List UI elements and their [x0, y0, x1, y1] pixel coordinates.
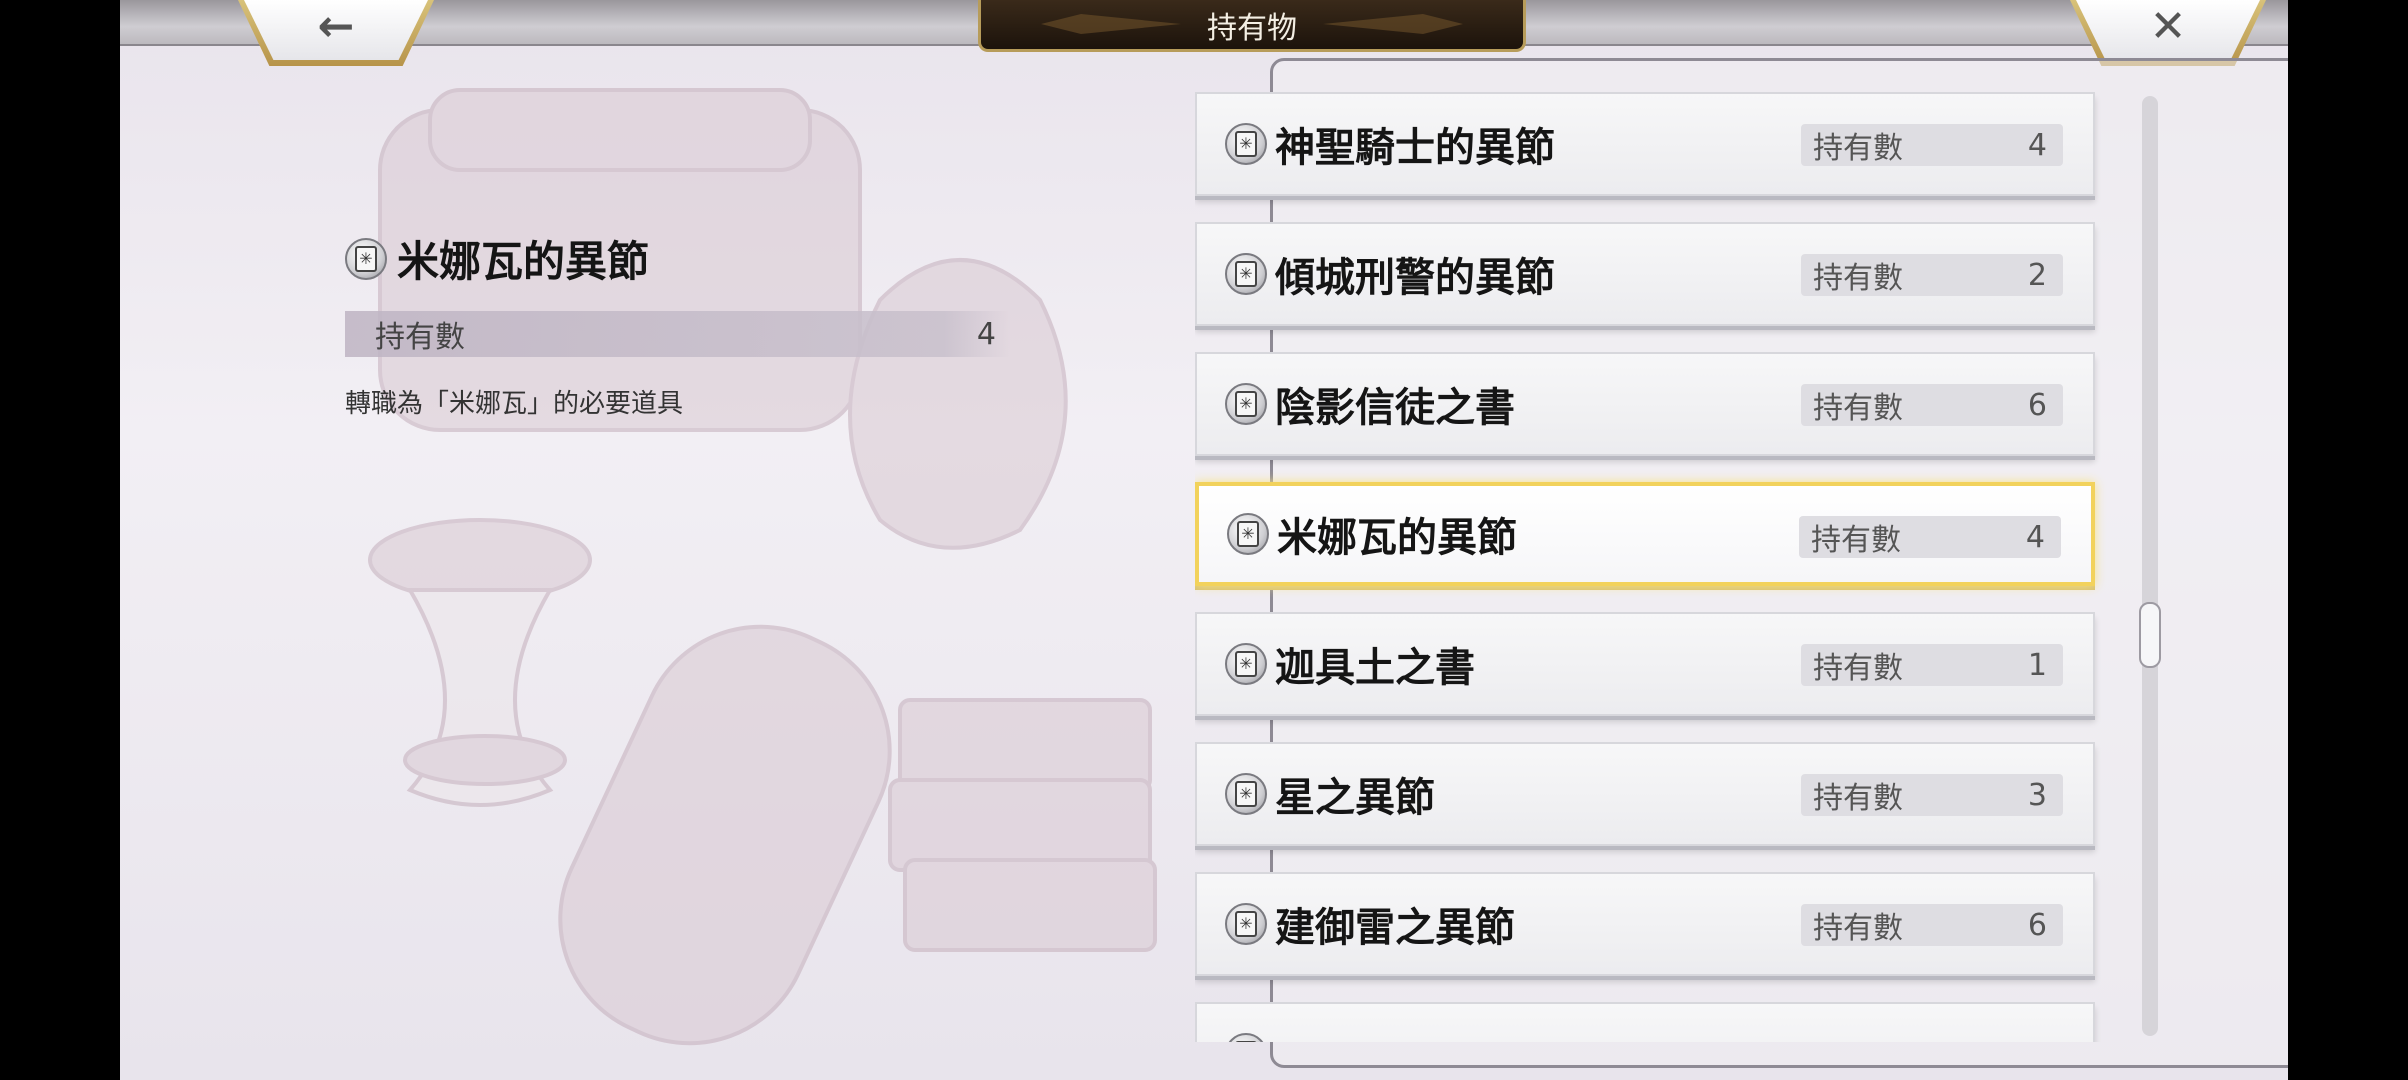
list-item-count: 持有數 1 — [1801, 644, 2063, 686]
book-icon: ✳ — [1225, 903, 1267, 945]
list-item-count-label: 持有數 — [1813, 651, 1903, 686]
close-button[interactable]: ✕ — [2070, 0, 2266, 66]
detail-description: 轉職為「米娜瓦」的必要道具 — [345, 389, 684, 419]
list-item-count: 持有數 6 — [1801, 384, 2063, 426]
list-item-count-value: 3 — [2027, 777, 2047, 813]
list-item-count-label: 持有數 — [1811, 523, 1901, 558]
detail-item-name: 米娜瓦的異節 — [397, 237, 650, 286]
list-item-count-value: 2 — [2027, 257, 2047, 293]
list-item-count: 持有數 4 — [1801, 124, 2063, 166]
list-item-selected[interactable]: ✳ 米娜瓦的異節 持有數 4 — [1195, 482, 2095, 586]
detail-count-bar: 持有數 4 — [345, 311, 1010, 357]
book-icon: ✳ — [1225, 773, 1267, 815]
list-item-count: 持有數 4 — [1799, 516, 2061, 558]
list-item-count-value: 4 — [2025, 519, 2045, 555]
detail-name-row: ✳ 米娜瓦的異節 — [345, 228, 1135, 289]
book-icon: ✳ — [345, 237, 387, 280]
item-detail-panel: ✳ 米娜瓦的異節 持有數 4 轉職為「米娜瓦」的必要道具 — [345, 228, 1135, 420]
list-item-count: 持有數 6 — [1801, 904, 2063, 946]
scrollbar-track[interactable] — [2142, 96, 2158, 1036]
list-item[interactable]: ✳ 迦具土之書 持有數 1 — [1195, 612, 2095, 716]
book-icon: ✳ — [1225, 643, 1267, 685]
list-item-count: 持有數 2 — [1801, 254, 2063, 296]
list-item-count-value: 6 — [2027, 387, 2047, 423]
book-icon: ✳ — [1225, 1033, 1267, 1042]
book-icon: ✳ — [1225, 383, 1267, 425]
page-title: 持有物 — [1207, 10, 1297, 46]
list-item-count-value: 6 — [2027, 907, 2047, 943]
list-item-count: 持有數 3 — [1801, 774, 2063, 816]
list-item[interactable]: ✳ 傾城刑警的異節 持有數 2 — [1195, 222, 2095, 326]
back-arrow-icon: ← — [317, 1, 355, 52]
ornament-icon — [1041, 14, 1181, 34]
list-item[interactable]: ✳ 陰影信徒之書 持有數 6 — [1195, 352, 2095, 456]
list-item-count-value: 4 — [2027, 127, 2047, 163]
detail-count-label: 持有數 — [375, 320, 465, 355]
list-item-count-label: 持有數 — [1813, 391, 1903, 426]
detail-count-value: 4 — [976, 316, 996, 352]
list-item-count-label: 持有數 — [1813, 131, 1903, 166]
scrollbar-thumb[interactable] — [2139, 602, 2161, 668]
list-item[interactable]: ✳ 建御雷之異節 持有數 6 — [1195, 872, 2095, 976]
list-item[interactable]: ✳ 神聖騎士的異節 持有數 4 — [1195, 92, 2095, 196]
item-list[interactable]: ✳ 神聖騎士的異節 持有數 4 ✳ 傾城刑警的異節 持有數 2 ✳ 陰影信徒之書… — [1195, 92, 2115, 1042]
list-item-count-value: 1 — [2027, 647, 2047, 683]
book-icon: ✳ — [1225, 253, 1267, 295]
list-item-count-label: 持有數 — [1813, 911, 1903, 946]
list-item-partial[interactable]: ✳ — [1195, 1002, 2095, 1042]
ornament-icon — [1323, 14, 1463, 34]
book-icon: ✳ — [1225, 123, 1267, 165]
back-button[interactable]: ← — [238, 0, 434, 66]
list-item-count-label: 持有數 — [1813, 261, 1903, 296]
list-item-count-label: 持有數 — [1813, 781, 1903, 816]
list-item[interactable]: ✳ 星之異節 持有數 3 — [1195, 742, 2095, 846]
close-icon: ✕ — [2149, 1, 2187, 52]
book-icon: ✳ — [1227, 513, 1269, 555]
title-plate: 持有物 — [978, 0, 1526, 52]
